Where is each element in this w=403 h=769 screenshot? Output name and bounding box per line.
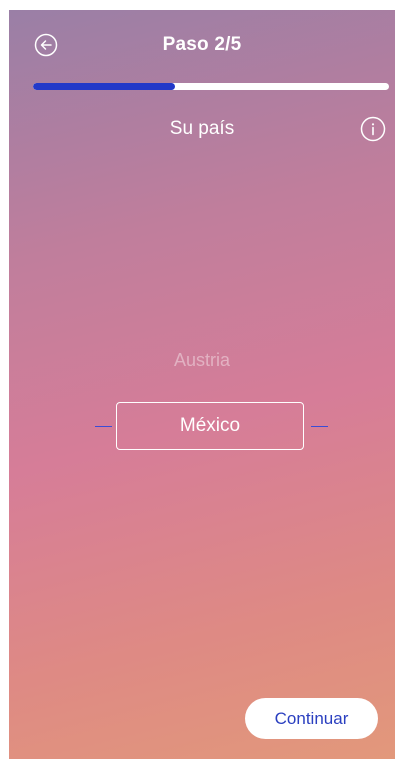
picker-right-marker [311,426,328,427]
country-heading: Su país [169,118,235,139]
app-screen: Paso 2/5 Su país Austria México Continua… [9,10,395,759]
continue-button[interactable]: Continuar [245,698,378,739]
progress-bar [33,83,389,90]
country-picker[interactable]: Austria México [9,340,395,500]
picker-selected-label: México [179,415,241,436]
picker-left-marker [95,426,112,427]
step-title: Paso 2/5 [162,34,242,55]
progress-bar-fill [33,83,176,90]
info-circle-icon [360,116,386,142]
picker-option-previous[interactable]: Austria [9,350,395,371]
info-button[interactable] [360,116,386,142]
picker-selected-option[interactable]: México [116,402,304,450]
